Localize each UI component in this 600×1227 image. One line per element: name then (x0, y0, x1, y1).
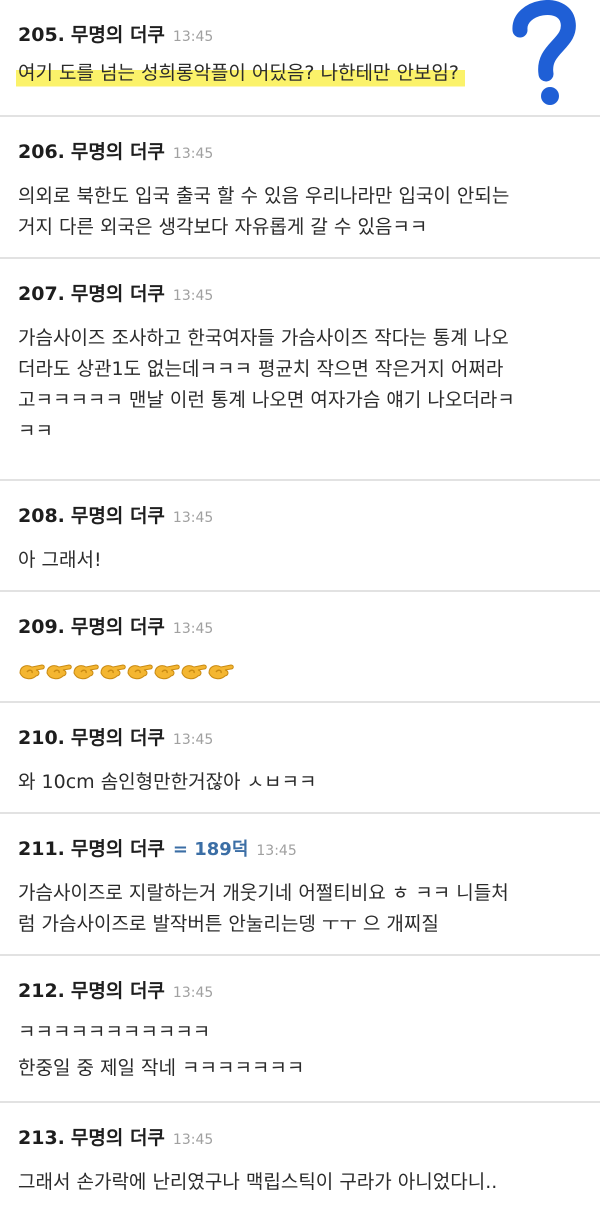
pinching-hand-icon (46, 664, 72, 680)
comment-line: 더라도 상관1도 없는데ㅋㅋㅋ 평균치 작으면 작은거지 어쩌라 (18, 358, 504, 380)
comment-number[interactable]: 213. (18, 1127, 65, 1149)
comment-time: 13:45 (172, 146, 214, 162)
comment-nickname: 무명의 더쿠 (70, 616, 165, 638)
comment-number[interactable]: 211. (18, 838, 65, 860)
pinching-hand-icon (100, 664, 126, 680)
comment-nickname: 무명의 더쿠 (70, 838, 165, 860)
pinching-hand-icon (19, 664, 45, 680)
comment-line: 그래서 손가락에 난리였구나 맥립스틱이 구라가 아니었다니.. (18, 1171, 498, 1193)
comment-header: 208. 무명의 더쿠 13:45 (18, 503, 213, 531)
comment-208: 208. 무명의 더쿠 13:45 아 그래서! (0, 481, 600, 592)
comment-time: 13:45 (172, 621, 214, 637)
comment-body: 가슴사이즈 조사하고 한국여자들 가슴사이즈 작다는 통계 나오 더라도 상관1… (18, 323, 586, 447)
comment-line: ㅋㅋㅋㅋㅋㅋㅋㅋㅋㅋㅋ (18, 1021, 211, 1043)
comment-line: 의외로 북한도 입국 출국 할 수 있음 우리나라만 입국이 안되는 (18, 185, 510, 207)
pinching-hand-icon (127, 664, 153, 680)
comment-210: 210. 무명의 더쿠 13:45 와 10cm 솜인형만한거잖아 ㅅㅂㅋㅋ (0, 703, 600, 814)
comment-line: 가슴사이즈로 지랄하는거 개웃기네 어쩔티비요 ㅎ ㅋㅋ 니들처 (18, 882, 509, 904)
comment-body: 가슴사이즈로 지랄하는거 개웃기네 어쩔티비요 ㅎ ㅋㅋ 니들처 럼 가슴사이즈… (18, 878, 586, 940)
comment-time: 13:45 (172, 732, 214, 748)
comment-line: 고ㅋㅋㅋㅋㅋ 맨날 이런 통계 나오면 여자가슴 얘기 나오더라ㅋ (18, 389, 515, 411)
emoji-row (18, 660, 586, 682)
comment-time: 13:45 (172, 29, 214, 45)
comment-header: 206. 무명의 더쿠 13:45 (18, 139, 213, 167)
comment-213: 213. 무명의 더쿠 13:45 그래서 손가락에 난리였구나 맥립스틱이 구라가… (0, 1103, 600, 1227)
comment-209: 209. 무명의 더쿠 13:45 (0, 592, 600, 703)
comment-reference-link[interactable]: = 189덕 (173, 839, 248, 860)
comment-line: 거지 다른 외국은 생각보다 자유롭게 갈 수 있음ㅋㅋ (18, 216, 428, 238)
comment-header: 211. 무명의 더쿠 = 189덕 13:45 (18, 836, 297, 864)
comment-nickname: 무명의 더쿠 (70, 1127, 165, 1149)
comment-body: 아 그래서! (18, 545, 586, 576)
comment-number[interactable]: 206. (18, 141, 65, 163)
comment-body (18, 656, 586, 682)
comment-line: 한중일 중 제일 작네 ㅋㅋㅋㅋㅋㅋㅋ (18, 1057, 305, 1079)
comment-line: 가슴사이즈 조사하고 한국여자들 가슴사이즈 작다는 통계 나오 (18, 327, 509, 349)
comment-211: 211. 무명의 더쿠 = 189덕 13:45 가슴사이즈로 지랄하는거 개웃기네 … (0, 814, 600, 956)
comment-number[interactable]: 207. (18, 283, 65, 305)
comment-number[interactable]: 208. (18, 505, 65, 527)
comment-line: 와 10cm 솜인형만한거잖아 ㅅㅂㅋㅋ (18, 771, 317, 793)
pinching-hand-icon (154, 664, 180, 680)
comment-header: 205. 무명의 더쿠 13:45 (18, 22, 213, 50)
comment-time: 13:45 (172, 510, 214, 526)
comment-nickname: 무명의 더쿠 (70, 505, 165, 527)
comment-number[interactable]: 209. (18, 616, 65, 638)
comment-body: 그래서 손가락에 난리였구나 맥립스틱이 구라가 아니었다니.. (18, 1167, 586, 1198)
comment-nickname: 무명의 더쿠 (70, 141, 165, 163)
comment-number[interactable]: 205. (18, 24, 65, 46)
comment-body: 여기 도를 넘는 성희롱악플이 어딨음? 나한테만 안보임? (16, 58, 586, 89)
comment-time: 13:45 (172, 288, 214, 304)
comment-line: ㅋㅋ (18, 420, 53, 442)
comment-207: 207. 무명의 더쿠 13:45 가슴사이즈 조사하고 한국여자들 가슴사이즈 작… (0, 259, 600, 481)
comment-number[interactable]: 212. (18, 980, 65, 1002)
comment-header: 207. 무명의 더쿠 13:45 (18, 281, 213, 309)
question-mark-icon (512, 0, 576, 105)
comment-line: 럼 가슴사이즈로 발작버튼 안눌리는뎅 ㅜㅜ 으 개찌질 (18, 913, 439, 935)
comment-nickname: 무명의 더쿠 (70, 980, 165, 1002)
comment-nickname: 무명의 더쿠 (70, 283, 165, 305)
comment-header: 210. 무명의 더쿠 13:45 (18, 725, 213, 753)
comment-body: 의외로 북한도 입국 출국 할 수 있음 우리나라만 입국이 안되는 거지 다른… (18, 181, 586, 243)
highlighted-text: 여기 도를 넘는 성희롱악플이 어딨음? 나한테만 안보임? (16, 58, 465, 89)
comment-body: 와 10cm 솜인형만한거잖아 ㅅㅂㅋㅋ (18, 767, 586, 798)
comment-thread: 205. 무명의 더쿠 13:45 여기 도를 넘는 성희롱악플이 어딨음? 나한테… (0, 0, 600, 1227)
comment-header: 209. 무명의 더쿠 13:45 (18, 614, 213, 642)
pinching-hand-icon (208, 664, 234, 680)
comment-number[interactable]: 210. (18, 727, 65, 749)
comment-206: 206. 무명의 더쿠 13:45 의외로 북한도 입국 출국 할 수 있음 우리나… (0, 117, 600, 259)
comment-time: 13:45 (256, 843, 297, 859)
comment-body: ㅋㅋㅋㅋㅋㅋㅋㅋㅋㅋㅋ 한중일 중 제일 작네 ㅋㅋㅋㅋㅋㅋㅋ (18, 1014, 586, 1086)
comment-212: 212. 무명의 더쿠 13:45 ㅋㅋㅋㅋㅋㅋㅋㅋㅋㅋㅋ 한중일 중 제일 작네 … (0, 956, 600, 1103)
comment-205: 205. 무명의 더쿠 13:45 여기 도를 넘는 성희롱악플이 어딨음? 나한테… (0, 0, 600, 117)
pinching-hand-icon (181, 664, 207, 680)
pinching-hand-icon (73, 664, 99, 680)
comment-header: 213. 무명의 더쿠 13:45 (18, 1125, 213, 1153)
comment-nickname: 무명의 더쿠 (70, 24, 165, 46)
comment-nickname: 무명의 더쿠 (70, 727, 165, 749)
comment-time: 13:45 (172, 1132, 214, 1148)
comment-time: 13:45 (172, 985, 214, 1001)
comment-line: 아 그래서! (18, 549, 102, 571)
comment-header: 212. 무명의 더쿠 13:45 (18, 978, 213, 1006)
